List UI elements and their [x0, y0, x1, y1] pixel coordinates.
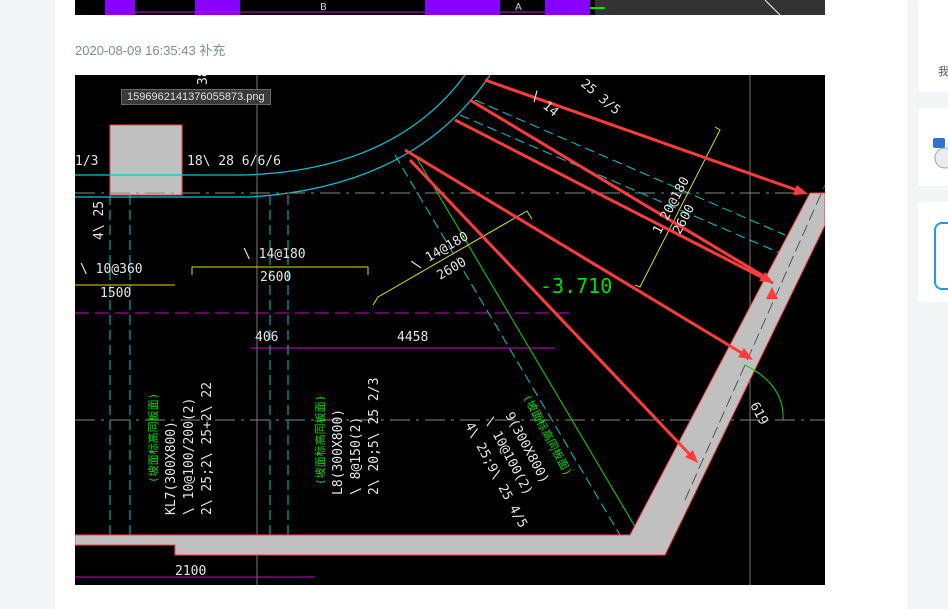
app-icon[interactable] — [933, 138, 948, 172]
previous-image-drawing: B A — [105, 0, 825, 15]
cad-label: 1500 — [100, 286, 131, 301]
cad-label: 380 — [196, 75, 211, 85]
axis-label-b: B — [320, 2, 327, 13]
cad-label: 2100 — [175, 564, 206, 579]
image-filename-tooltip: 1596962141376055873.png — [121, 89, 271, 105]
cad-label: \ 8@150(2) — [349, 417, 364, 495]
sidebar-card-3[interactable] — [918, 202, 948, 302]
cad-label: \ 14 — [527, 89, 561, 121]
cad-label: 2\ 20;5\ 25 2/3 — [367, 378, 382, 495]
sidebar-card-1: 我 — [918, 0, 948, 92]
cad-label: 18\ 28 6/6/6 — [187, 154, 281, 169]
cad-label: L8(300X800) — [331, 409, 346, 495]
previous-image[interactable]: B A — [75, 0, 825, 15]
sidebar-text: 我 — [938, 65, 948, 78]
cad-label: \ 14@180 — [243, 247, 306, 262]
cad-label: 1/3 — [75, 154, 98, 169]
cad-label: 25 3/5 — [577, 77, 623, 119]
cad-label: \ 10@360 — [80, 262, 143, 277]
cad-label: 4\ 25 — [92, 201, 107, 240]
cad-label: 2\ 25;2\ 25+2\ 22 — [200, 382, 215, 515]
elevation-label: -3.710 — [540, 274, 612, 298]
cad-label: KL7(300X800) — [164, 421, 179, 515]
axis-label-a: A — [515, 2, 522, 13]
cad-drawing-image[interactable]: \ 14 25 3/5 1/3 18\ 28 6/6/6 4\ 25 \ 14@… — [75, 75, 825, 585]
cad-label: (坡面标高同板面) — [313, 395, 327, 485]
cad-label: (坡面标高同板面) — [146, 393, 160, 483]
post-timestamp: 2020-08-09 16:35:43 补充 — [75, 43, 226, 58]
cad-label: 2600 — [260, 270, 291, 285]
sidebar-card-2[interactable] — [918, 108, 948, 186]
sidebar-outline-box[interactable] — [934, 222, 948, 290]
cad-label: 406 — [255, 330, 278, 345]
cad-label: 4458 — [397, 330, 428, 345]
cad-label: \ 10@100/200(2) — [182, 398, 197, 515]
cad-drawing: \ 14 25 3/5 1/3 18\ 28 6/6/6 4\ 25 \ 14@… — [75, 75, 825, 585]
